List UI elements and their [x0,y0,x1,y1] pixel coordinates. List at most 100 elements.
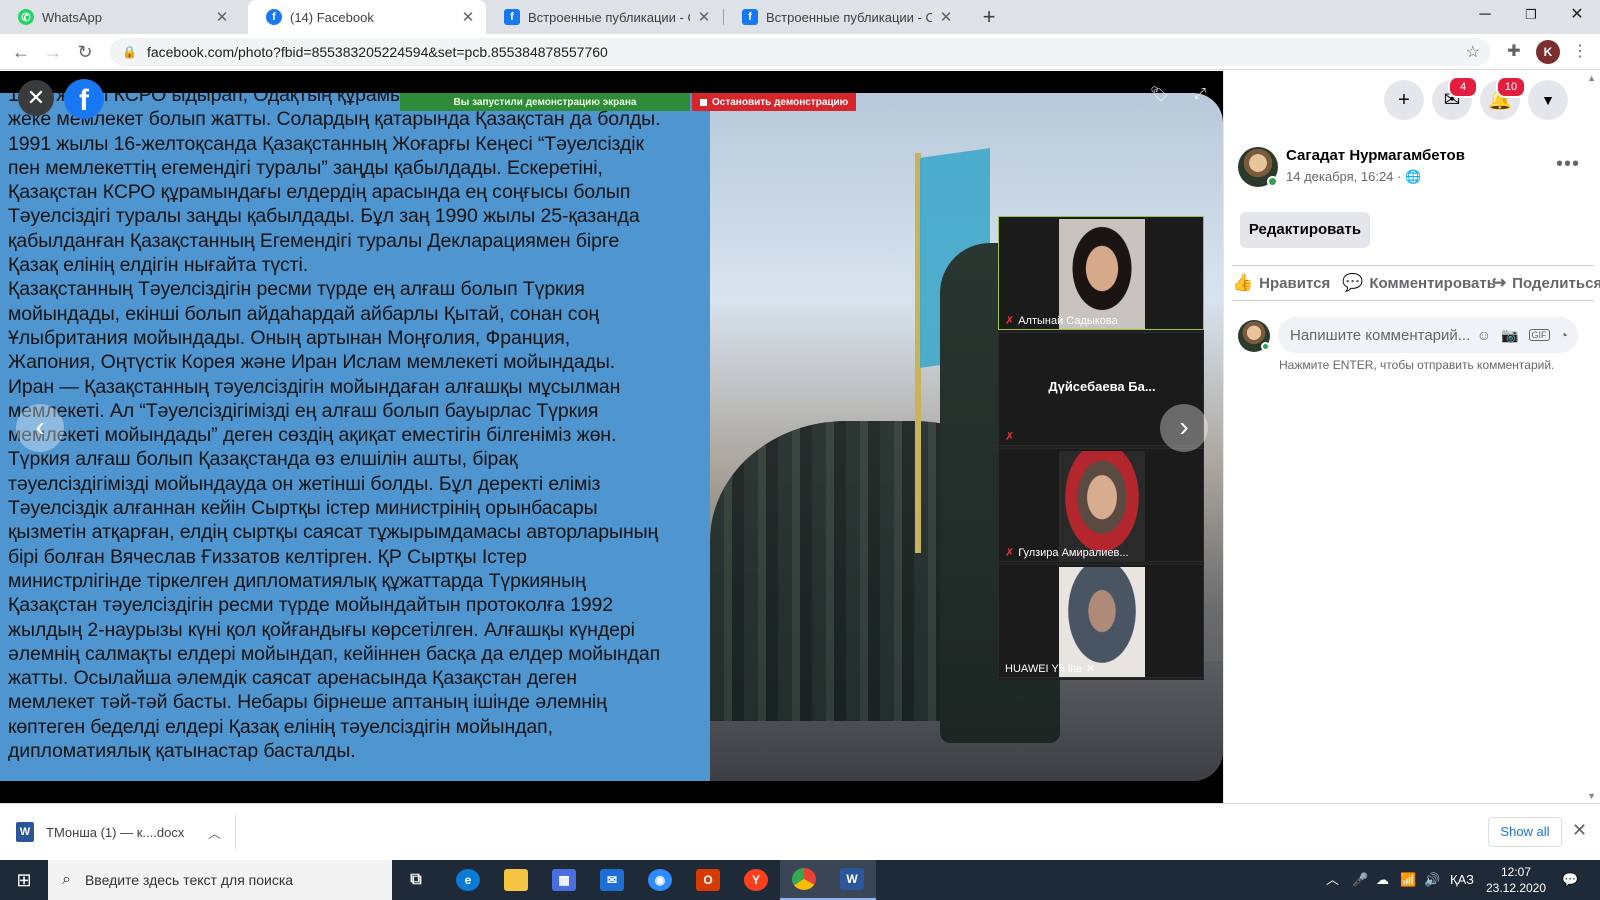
photo-viewer: 1991 жылы КСРО ыдырап, Одақтың құрамында… [0,71,1223,803]
slide-text-line: әлемнің салмақты елдері мойындап, кейінн… [8,642,661,665]
restore-button[interactable]: ❐ [1508,0,1554,30]
tab-title: (14) Facebook [290,9,374,25]
facebook-logo[interactable]: f [64,79,104,119]
tab-embedded-posts-1[interactable]: f Встроенные публикации - Соц ✕ [486,0,722,34]
author-name[interactable]: Сагадат Нурмагамбетов [1286,147,1465,164]
participant-name: Алтынай Садыкова [1018,314,1118,327]
profile-avatar[interactable]: K [1536,40,1560,64]
slide-text-line: Қазақстан КСРО құрамындағы елдердің арас… [8,181,631,204]
close-download-bar-icon[interactable]: ✕ [1572,820,1587,841]
previous-photo-button[interactable]: ‹ [16,404,64,452]
slide-text-panel: 1991 жылы КСРО ыдырап, Одақтың құрамында… [0,93,710,781]
address-bar[interactable]: 🔒 facebook.com/photo?fbid=85538320522459… [110,38,1490,66]
microphone-icon[interactable]: 🎤 [1352,860,1368,900]
close-tab-icon[interactable]: ✕ [938,8,954,26]
system-clock[interactable]: 12:07 23.12.2020 [1480,864,1552,896]
comment-icon: 💬 [1342,273,1364,292]
close-window-button[interactable]: ✕ [1554,0,1600,30]
next-photo-button[interactable]: › [1160,404,1208,452]
clock-time: 12:07 [1500,865,1532,879]
task-view-button[interactable]: ⧉ [392,860,440,900]
comment-input[interactable]: Напишите комментарий... ☺ 📷 GIF ◔ [1278,317,1578,353]
chevron-up-icon[interactable]: ︿ [208,823,221,842]
slide-text-line: Қазақстанның Тәуелсіздігін ресми түрде е… [8,278,585,301]
camera-icon[interactable]: 📷 [1501,327,1518,344]
participant-name: HUAWEI Y5 lite [1005,662,1083,675]
participant-tile[interactable]: HUAWEI Y5 lite ✕ [998,564,1204,678]
new-tab-button[interactable]: + [976,4,1002,30]
scroll-up-arrow[interactable]: ▲ [1587,73,1596,83]
tray-chevron-icon[interactable]: ︿ [1326,860,1339,900]
language-indicator[interactable]: ҚАЗ [1450,860,1474,900]
online-status-dot [1267,176,1278,187]
taskbar-zoom[interactable]: ◉ [636,860,684,900]
notification-center-icon[interactable]: 💬 [1562,860,1578,900]
participant-tile[interactable]: ✗ Алтынай Садыкова [998,216,1204,330]
facebook-icon: f [266,9,282,25]
back-button[interactable]: ← [8,39,34,65]
show-all-button[interactable]: Show all [1488,817,1562,847]
taskbar-yandex[interactable]: Y [732,860,780,900]
download-filename: ТМонша (1) — к....docx [46,824,185,840]
share-button[interactable]: ↪ Поделиться [1492,273,1600,293]
close-icon[interactable]: ✕ [1086,662,1095,675]
taskbar-chrome[interactable] [780,860,828,900]
tab-facebook[interactable]: f (14) Facebook ✕ [248,0,486,34]
post-side-panel: + ✉ 4 🔔 10 ▼ Сагадат Нурмагамбетов 14 де… [1223,71,1600,803]
stop-share-button[interactable]: Остановить демонстрацию [692,93,856,111]
participant-tile[interactable]: ✗ Гулзира Амиралиев... [998,448,1204,562]
taskbar-store[interactable]: ▦ [540,860,588,900]
sticker-icon[interactable]: ◔ [1560,327,1568,343]
fullscreen-icon[interactable]: ⤢ [1194,85,1206,102]
slide-text-line: Түркия алғаш болып Қазақстанда өз елшілі… [8,448,518,471]
volume-icon[interactable]: 🔊 [1424,860,1440,900]
close-tab-icon[interactable]: ✕ [214,8,230,26]
windows-taskbar: ⊞ ⌕ Введите здесь текст для поиска ⧉ e ▦… [0,860,1600,900]
extensions-icon[interactable]: ✚ [1502,40,1526,64]
gif-icon[interactable]: GIF [1528,329,1550,341]
download-item[interactable]: W ТМонша (1) — к....docx ︿ [16,814,236,850]
close-tab-icon[interactable]: ✕ [460,8,476,26]
close-tab-icon[interactable]: ✕ [696,8,712,26]
network-icon[interactable]: 📶 [1400,860,1416,900]
edit-button[interactable]: Редактировать [1240,212,1370,248]
slide-text-line: министрлігінде тіркелген дипломатиялық қ… [8,569,586,592]
chrome-icon [792,868,816,890]
taskbar-edge[interactable]: e [444,860,492,900]
slide-text-line: қызметін атқарған, елдің сыртқы саясат т… [8,521,659,544]
chrome-menu-icon[interactable]: ⋮ [1568,40,1592,64]
tab-embedded-posts-2[interactable]: f Встроенные публикации - Соц ✕ [724,0,964,34]
windows-start-icon[interactable]: ⊞ [0,860,48,900]
messenger-badge: 4 [1448,76,1478,98]
comment-button[interactable]: 💬 Комментировать [1342,273,1496,293]
bookmark-star-icon[interactable]: ☆ [1466,42,1480,62]
taskbar-office[interactable]: O [684,860,732,900]
participant-video [1059,567,1145,677]
create-button[interactable]: + [1384,80,1424,120]
like-label: Нравится [1259,274,1331,292]
lock-icon: 🔒 [122,45,137,59]
tab-whatsapp[interactable]: ✆ WhatsApp ✕ [0,0,240,34]
onedrive-icon[interactable]: ☁ [1376,860,1389,900]
post-date[interactable]: 14 декабря, 16:24 · [1286,169,1401,184]
post-actions: 👍 Нравится 💬 Комментировать ↪ Поделиться [1232,265,1600,301]
more-options-icon[interactable]: ••• [1556,153,1580,176]
stop-share-label: Остановить демонстрацию [712,96,849,108]
tag-icon[interactable]: 🏷 [1150,85,1169,103]
taskbar-explorer[interactable] [492,860,540,900]
taskbar-mail[interactable]: ✉ [588,860,636,900]
close-viewer-button[interactable]: ✕ [18,80,54,116]
minimize-button[interactable]: ─ [1462,0,1508,30]
taskbar-search[interactable]: ⌕ Введите здесь текст для поиска [48,860,392,900]
reload-button[interactable]: ↻ [72,39,98,65]
thumbs-up-icon: 👍 [1232,273,1254,292]
taskbar-word[interactable]: W [828,860,876,900]
scroll-down-arrow[interactable]: ▼ [1587,791,1596,801]
slide-text-line: Қазақ елінің елдігін нығайта түсті. [8,254,309,277]
account-menu-button[interactable]: ▼ [1528,80,1568,120]
emoji-icon[interactable]: ☺ [1477,327,1491,343]
messenger-button[interactable]: ✉ 4 [1432,76,1478,120]
forward-button[interactable]: → [40,39,66,65]
notifications-button[interactable]: 🔔 10 [1480,76,1526,120]
like-button[interactable]: 👍 Нравится [1232,273,1330,293]
